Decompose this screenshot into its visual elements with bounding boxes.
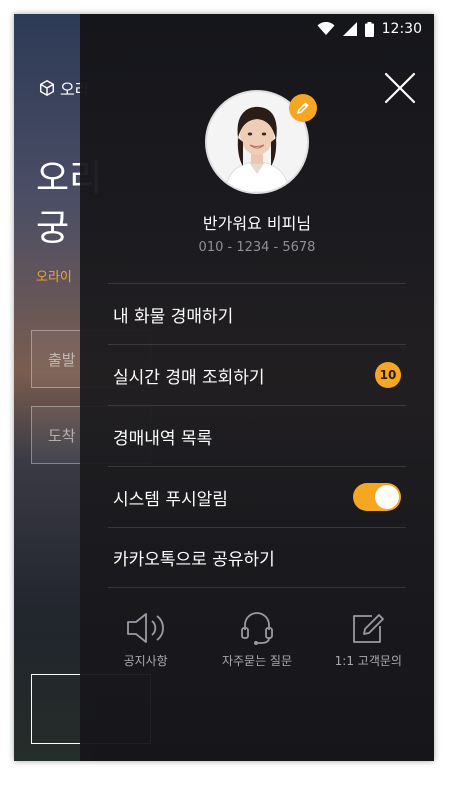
background-subtitle: 오라이: [36, 270, 72, 285]
edit-profile-button[interactable]: [289, 94, 317, 122]
menu-item-push-notification: 시스템 푸시알림: [108, 466, 406, 527]
faq-button[interactable]: 자주묻는 질문: [207, 610, 307, 669]
menu-item-label: 실시간 경매 조회하기: [113, 367, 265, 388]
footer-label: 1:1 고객문의: [334, 654, 402, 668]
drawer-menu: 내 화물 경매하기 실시간 경매 조회하기 10 경매내역 목록 시스템 푸시알…: [108, 283, 406, 588]
menu-item-live-auction[interactable]: 실시간 경매 조회하기 10: [108, 344, 406, 405]
toggle-knob: [375, 485, 399, 509]
footer-label: 공지사항: [123, 654, 168, 668]
edit-note-icon: [353, 614, 385, 643]
cube-icon: [39, 79, 55, 97]
footer-label: 자주묻는 질문: [221, 654, 293, 668]
menu-item-label: 시스템 푸시알림: [113, 489, 228, 510]
phone-screen: 오라 오리 궁 오라이 출발 도착 12:30 반가워요 비피님 010 - 1…: [14, 14, 434, 761]
inquiry-button[interactable]: 1:1 고객문의: [318, 610, 418, 669]
status-bar: 12:30: [234, 14, 434, 44]
status-time: 12:30: [381, 21, 422, 37]
menu-item-label: 카카오톡으로 공유하기: [113, 550, 275, 570]
menu-item-share-kakao[interactable]: 카카오톡으로 공유하기: [108, 527, 406, 588]
menu-item-label: 경매내역 목록: [113, 428, 213, 449]
count-badge: 10: [375, 362, 401, 388]
speaker-icon: [126, 613, 164, 643]
side-drawer: 12:30 반가워요 비피님 010 - 1234 - 5678 내 화물 경매…: [80, 14, 434, 761]
user-phone: 010 - 1234 - 5678: [198, 240, 316, 255]
push-toggle[interactable]: [353, 483, 401, 511]
menu-item-auction-history[interactable]: 경매내역 목록: [108, 405, 406, 466]
pencil-icon: [297, 102, 309, 114]
avatar-wrapper: [205, 90, 317, 194]
profile-section: 반가워요 비피님 010 - 1234 - 5678: [80, 90, 434, 255]
battery-icon: [364, 21, 374, 37]
headset-icon: [241, 612, 273, 645]
drawer-footer: 공지사항 자주묻는 질문 1:1 고객문의: [80, 610, 434, 669]
menu-item-label: 내 화물 경매하기: [113, 306, 234, 327]
notice-button[interactable]: 공지사항: [96, 610, 196, 669]
user-name: 반가워요 비피님: [202, 214, 312, 233]
wifi-icon: [317, 22, 335, 35]
signal-icon: [342, 22, 357, 36]
menu-item-auction-cargo[interactable]: 내 화물 경매하기: [108, 283, 406, 344]
